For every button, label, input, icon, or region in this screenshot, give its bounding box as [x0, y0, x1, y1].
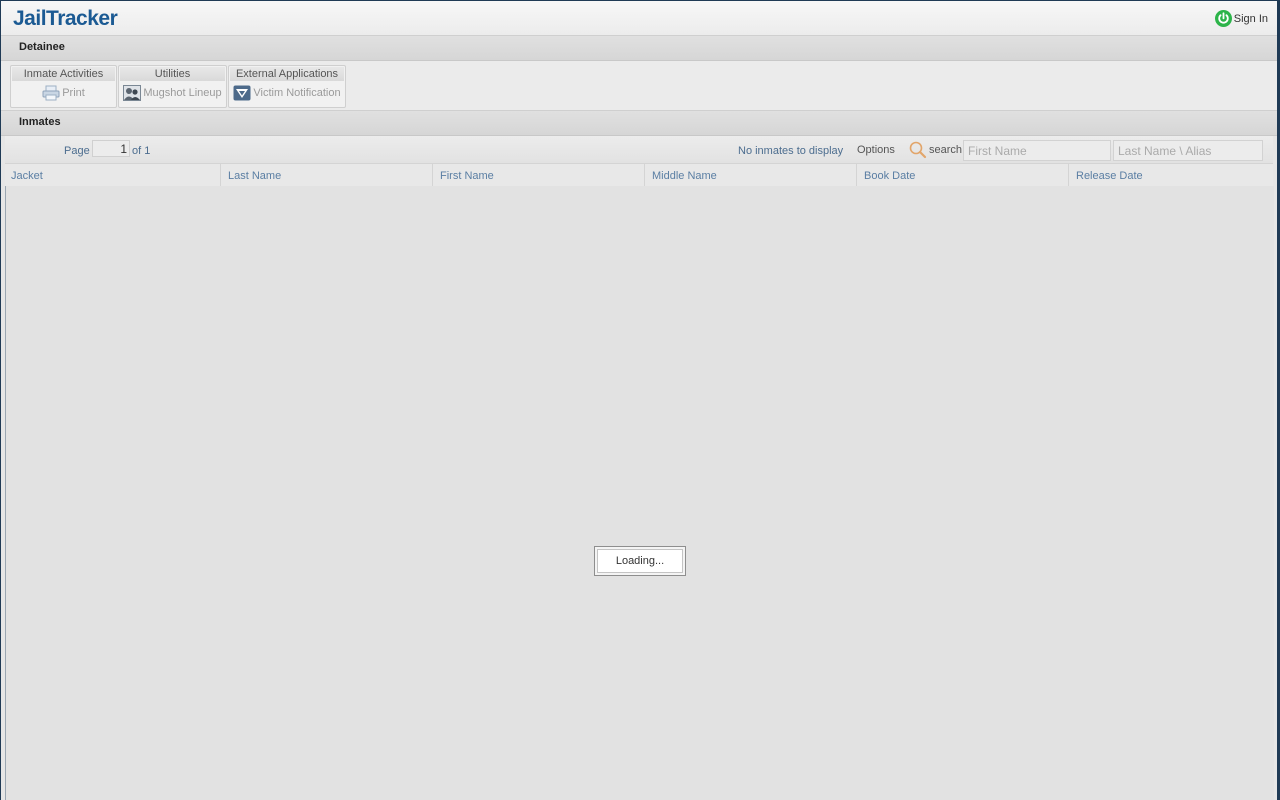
grid-pager-toolbar: Page of 1 No inmates to display Options …: [5, 136, 1273, 164]
inmates-section-title: Inmates: [19, 116, 61, 128]
print-button[interactable]: Print: [11, 81, 116, 105]
grid-body: [5, 186, 1274, 800]
detainee-toolbar: Inmate Activities Print Utilities Mugsho…: [1, 61, 1277, 110]
page-number-input[interactable]: [92, 140, 130, 157]
power-icon: [1214, 10, 1232, 27]
printer-icon: [42, 85, 60, 101]
inmates-section-bar: Inmates: [1, 110, 1277, 136]
app-logo[interactable]: JailTracker: [13, 7, 118, 31]
column-header-middle-name[interactable]: Middle Name: [644, 164, 856, 186]
inmate-activities-title: Inmate Activities: [12, 67, 115, 81]
victim-notification-label: Victim Notification: [253, 87, 341, 99]
print-label: Print: [62, 87, 85, 99]
sign-in-label: Sign In: [1233, 12, 1268, 25]
column-header-last-name[interactable]: Last Name: [220, 164, 432, 186]
external-applications-group: External Applications Victim Notificatio…: [228, 65, 346, 108]
last-name-search-input[interactable]: [1113, 140, 1263, 161]
loading-indicator: Loading...: [594, 546, 686, 576]
first-name-search-input[interactable]: [963, 140, 1111, 161]
page-count-label: of 1: [132, 145, 151, 157]
victim-notification-button[interactable]: Victim Notification: [229, 81, 345, 105]
detainee-section-bar: Detainee: [1, 35, 1277, 61]
search-icon[interactable]: [908, 140, 928, 163]
victim-notification-icon: [233, 85, 251, 101]
loading-text: Loading...: [597, 549, 683, 573]
inmate-activities-group: Inmate Activities Print: [10, 65, 117, 108]
column-header-release-date[interactable]: Release Date: [1068, 164, 1273, 186]
mugshot-lineup-button[interactable]: Mugshot Lineup: [119, 81, 226, 105]
mugshot-lineup-icon: [123, 85, 142, 101]
column-header-jacket[interactable]: Jacket: [5, 164, 217, 186]
utilities-title: Utilities: [120, 67, 225, 81]
utilities-group: Utilities Mugshot Lineup: [118, 65, 227, 108]
external-applications-title: External Applications: [230, 67, 344, 81]
page-label: Page: [64, 145, 90, 157]
search-label: search: [929, 144, 963, 156]
app-frame: JailTracker Sign In Detainee Inmate Acti…: [1, 1, 1277, 800]
mugshot-lineup-label: Mugshot Lineup: [143, 87, 222, 99]
grid-status-text: No inmates to display: [738, 145, 844, 157]
column-header-book-date[interactable]: Book Date: [856, 164, 1068, 186]
app-header: JailTracker Sign In: [1, 1, 1277, 35]
options-button[interactable]: Options: [857, 144, 895, 156]
grid-column-headers: Jacket Last Name First Name Middle Name …: [5, 164, 1273, 186]
detainee-section-title: Detainee: [19, 41, 65, 53]
sign-in-button[interactable]: Sign In: [1214, 10, 1268, 27]
column-header-first-name[interactable]: First Name: [432, 164, 644, 186]
